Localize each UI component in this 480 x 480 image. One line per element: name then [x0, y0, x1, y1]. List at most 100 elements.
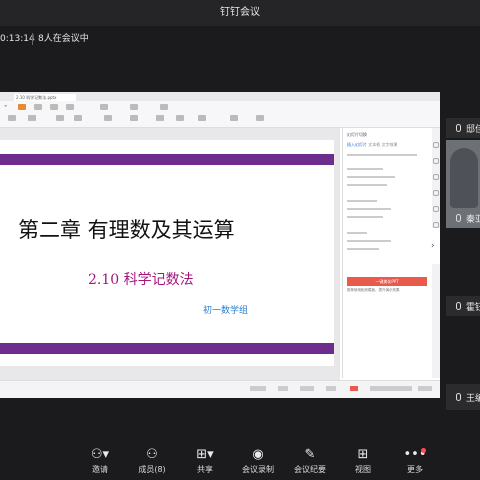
more-icon: •••: [403, 447, 427, 462]
minutes-button[interactable]: ✎ 会议纪要: [284, 446, 336, 480]
pane-text-line: [347, 248, 379, 250]
ppt-tool-icon[interactable]: [28, 115, 36, 121]
status-item[interactable]: [326, 386, 336, 391]
ppt-tool-icon[interactable]: [56, 115, 64, 121]
record-button[interactable]: ◉ 会议录制: [232, 446, 284, 480]
ppt-ribbon-tab[interactable]: [66, 104, 74, 110]
mic-icon: [456, 214, 461, 222]
participant-tile[interactable]: 邸佳: [446, 118, 480, 138]
ppt-ribbon-tab[interactable]: [160, 104, 168, 110]
view-button[interactable]: ⊞ 视图: [337, 446, 389, 480]
mic-icon: [456, 302, 461, 310]
ppt-tool-icon[interactable]: [230, 115, 238, 121]
add-person-icon: ⚇▾: [90, 447, 110, 462]
meeting-status-bar: 0:13:14 8人在会议中: [0, 28, 480, 50]
participant-tile[interactable]: 王编: [446, 384, 480, 410]
window-title: 钉钉会议: [220, 7, 260, 18]
grid-view-icon: ⊞: [357, 447, 369, 462]
rail-tool-icon[interactable]: [433, 206, 439, 212]
pane-tab[interactable]: 文字效果: [382, 142, 398, 147]
ppt-side-pane: 幻灯片切换 插入幻灯片 文本框 文字效果 一键美化PPT 推荐使用稻壳模板，提升…: [342, 128, 431, 378]
share-button[interactable]: ⊞▾ 共享: [179, 446, 231, 480]
slide-canvas: 第二章 有理数及其运算 2.10 科学记数法 初一数学组: [0, 140, 334, 366]
minutes-icon: ✎: [304, 447, 316, 462]
collapse-handle[interactable]: ›: [428, 228, 440, 264]
mic-icon: [456, 124, 461, 132]
rail-tool-icon[interactable]: [433, 190, 439, 196]
more-button[interactable]: ••• 更多: [389, 446, 441, 480]
ppt-menu-file: ≡: [4, 103, 8, 108]
record-icon: ◉: [252, 447, 264, 462]
invite-label: 邀请: [92, 465, 108, 474]
play-slide-button[interactable]: [350, 386, 358, 391]
shared-screen[interactable]: 2.10 科学记数法.pptx ≡ 第二章 有理数及其运算 2.10 科学记数法…: [0, 92, 440, 398]
members-icon: ⚇: [146, 447, 158, 462]
ppt-tab-strip: 2.10 科学记数法.pptx: [0, 92, 440, 101]
ppt-file-tab[interactable]: 2.10 科学记数法.pptx: [14, 94, 76, 101]
rail-tool-icon[interactable]: [433, 174, 439, 180]
record-label: 会议录制: [242, 465, 274, 474]
ppt-ribbon-tab[interactable]: [34, 104, 42, 110]
ppt-tool-icon[interactable]: [130, 115, 138, 121]
status-divider: [32, 33, 33, 45]
members-button[interactable]: ⚇ 成员(8): [126, 446, 178, 480]
view-label: 视图: [355, 465, 371, 474]
participant-name: 秦亚: [466, 215, 480, 225]
participant-video-tile[interactable]: 秦亚: [446, 140, 480, 228]
slide-bottom-band: [0, 343, 334, 354]
rail-tool-icon[interactable]: [433, 142, 439, 148]
ppt-ribbon-tab[interactable]: [130, 104, 138, 110]
ppt-tool-icon[interactable]: [104, 115, 112, 121]
participant-name: 王编: [466, 394, 480, 404]
ppt-tool-icon[interactable]: [176, 115, 184, 121]
share-screen-icon: ⊞▾: [196, 447, 214, 462]
status-item[interactable]: [300, 386, 314, 391]
participant-name: 邸佳: [466, 125, 480, 135]
ppt-ribbon-tab[interactable]: [100, 104, 108, 110]
pane-note: 推荐使用稻壳模板，提升演示效果: [347, 288, 400, 292]
participant-name: 霍钰: [466, 303, 480, 313]
participant-tile[interactable]: 霍钰: [446, 296, 480, 316]
share-label: 共享: [197, 465, 213, 474]
slide-title: 第二章 有理数及其运算: [18, 218, 235, 242]
participant-count: 8人在会议中: [38, 34, 89, 44]
meeting-toolbar: ⚇▾ 邀请 ⚇ 成员(8) ⊞▾ 共享 ◉ 会议录制 ✎ 会议纪要 ⊞ 视图 •…: [0, 442, 480, 480]
pane-tab[interactable]: 插入幻灯片: [347, 142, 367, 147]
invite-button[interactable]: ⚇▾ 邀请: [74, 446, 126, 480]
pane-text-line: [347, 176, 395, 178]
ppt-tool-icon[interactable]: [8, 115, 16, 121]
ppt-tool-icon[interactable]: [74, 115, 82, 121]
meeting-timer: 0:13:14: [0, 34, 35, 44]
ppt-ribbon-tab[interactable]: [50, 104, 58, 110]
status-item[interactable]: [278, 386, 288, 391]
beautify-button[interactable]: 一键美化PPT: [347, 277, 427, 286]
ppt-ribbon: ≡: [0, 101, 440, 128]
notification-dot: [421, 448, 426, 453]
zoom-slider[interactable]: [370, 386, 412, 391]
ppt-tool-icon[interactable]: [198, 115, 206, 121]
pane-text-line: [347, 168, 383, 170]
ppt-tool-icon[interactable]: [256, 115, 264, 121]
slide-top-band: [0, 154, 334, 165]
pane-text-line: [347, 208, 391, 210]
minutes-label: 会议纪要: [294, 465, 326, 474]
status-item[interactable]: [250, 386, 266, 391]
more-label: 更多: [407, 465, 423, 474]
window-title-bar: 钉钉会议: [0, 0, 480, 26]
zoom-level[interactable]: [418, 386, 432, 391]
slide-subtitle: 2.10 科学记数法: [88, 272, 194, 288]
mic-icon: [456, 393, 461, 401]
ppt-tool-icon[interactable]: [156, 115, 164, 121]
pane-text-line: [347, 154, 417, 156]
ppt-ribbon-home[interactable]: [18, 104, 26, 110]
rail-tool-icon[interactable]: [433, 158, 439, 164]
ppt-status-bar: [0, 380, 440, 398]
pane-title: 幻灯片切换: [347, 132, 367, 137]
participant-video: [450, 148, 478, 208]
chevron-right-icon: ›: [431, 241, 435, 251]
members-label: 成员(8): [138, 465, 166, 474]
pane-text-line: [347, 200, 377, 202]
pane-text-line: [347, 232, 367, 234]
pane-tabs: 插入幻灯片 文本框 文字效果: [347, 142, 398, 148]
pane-tab[interactable]: 文本框: [368, 142, 380, 147]
